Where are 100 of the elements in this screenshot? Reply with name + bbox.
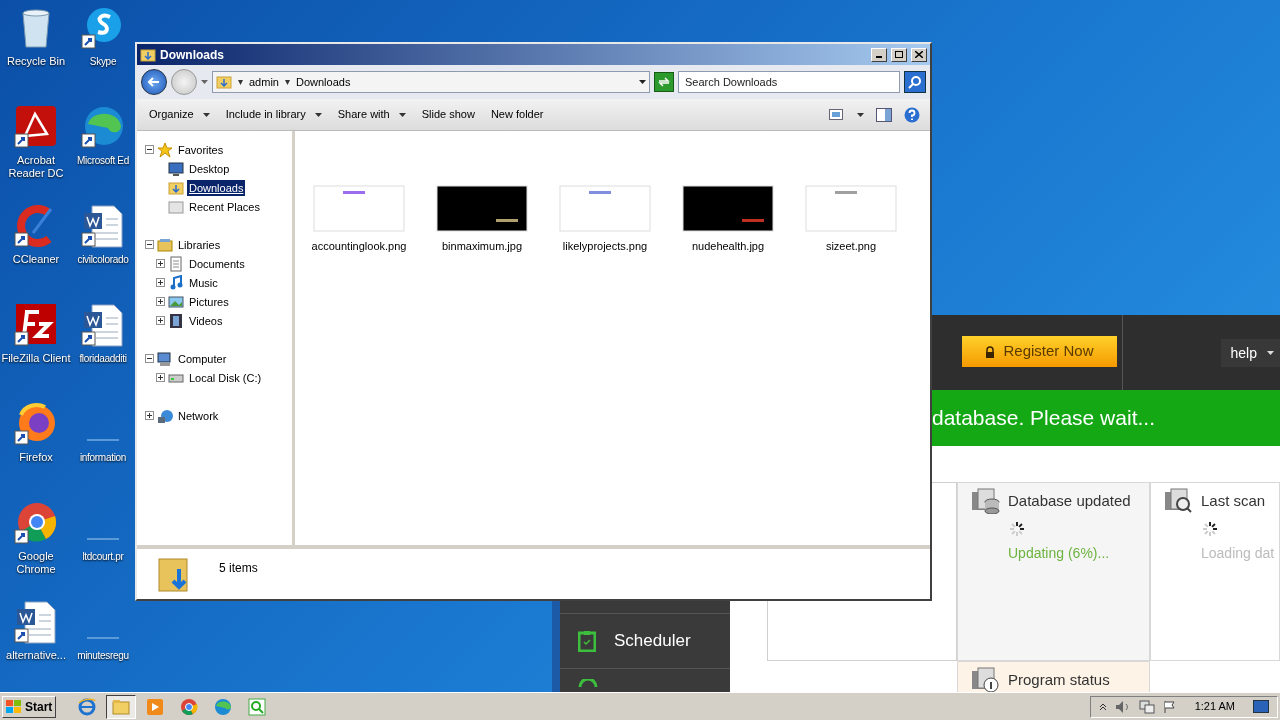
expand-icon[interactable] bbox=[156, 316, 165, 325]
expand-icon[interactable] bbox=[145, 411, 154, 420]
taskbar-button[interactable] bbox=[106, 694, 137, 719]
toolbar-button[interactable]: Organize bbox=[141, 102, 218, 127]
card-title: Program status bbox=[1008, 669, 1110, 690]
desktop-icon-label[interactable]: Google Chrome bbox=[0, 550, 72, 576]
toolbar-button[interactable]: Share with bbox=[329, 102, 414, 127]
nav-item[interactable]: Recent Places bbox=[187, 198, 262, 215]
edge-icon bbox=[80, 104, 126, 150]
magnifier-icon bbox=[1163, 488, 1193, 514]
lock-icon bbox=[985, 345, 996, 358]
music-note-icon bbox=[168, 274, 184, 291]
refresh-icon bbox=[658, 77, 670, 87]
desktop-icon-label[interactable]: Microsoft Ed bbox=[77, 154, 129, 167]
nav-item[interactable]: Music bbox=[187, 274, 220, 291]
nav-item[interactable]: Videos bbox=[187, 312, 225, 329]
toolbar-button[interactable]: New folder bbox=[482, 102, 552, 127]
desktop-icon-label[interactable]: alternative... bbox=[0, 649, 72, 662]
file-item[interactable]: nudehealth.jpg bbox=[683, 185, 773, 255]
desktop-icon-label[interactable]: floridaadditi bbox=[79, 352, 127, 365]
browser-e-icon bbox=[78, 697, 97, 716]
desktop-icon-label[interactable]: civilcolorado bbox=[77, 253, 129, 266]
nav-item[interactable]: Computer bbox=[176, 350, 229, 367]
desktop-icon-label[interactable]: Recycle Bin bbox=[0, 55, 72, 68]
nav-item[interactable]: Downloads bbox=[187, 179, 246, 196]
address-bar[interactable]: admin Downloads bbox=[212, 71, 650, 93]
desktop-icon-label[interactable]: minutesregu bbox=[77, 649, 129, 662]
database-icon bbox=[970, 488, 1000, 514]
nav-item[interactable]: Favorites bbox=[176, 141, 226, 158]
file-name: likelyprojects.png bbox=[562, 239, 648, 254]
caret-icon bbox=[398, 112, 406, 117]
toolbar-button[interactable]: Slide show bbox=[413, 102, 483, 127]
nav-item[interactable]: Libraries bbox=[176, 236, 223, 253]
toolbar-button[interactable]: Include in library bbox=[217, 102, 330, 127]
search-button[interactable] bbox=[904, 71, 926, 93]
desktop-icon-label[interactable]: CCleaner bbox=[0, 253, 72, 266]
expand-icon[interactable] bbox=[156, 373, 165, 382]
sidebar-item[interactable]: Scheduler bbox=[560, 614, 730, 669]
desktop-icon-label[interactable]: Firefox bbox=[0, 451, 72, 464]
back-button[interactable] bbox=[141, 69, 167, 95]
breadcrumb-caret-icon bbox=[284, 79, 290, 85]
expand-icon[interactable] bbox=[156, 259, 165, 268]
register-button[interactable]: Register Now bbox=[962, 336, 1117, 367]
file-item[interactable]: accountinglook.png bbox=[314, 185, 404, 255]
chrome-icon bbox=[180, 697, 199, 716]
file-item[interactable]: sizeet.png bbox=[806, 185, 896, 255]
file-name: nudehealth.jpg bbox=[691, 239, 765, 254]
pane-icon bbox=[876, 107, 892, 122]
word-document-icon bbox=[80, 203, 126, 249]
speaker-icon[interactable] bbox=[1114, 699, 1131, 714]
collapse-icon[interactable] bbox=[145, 145, 154, 154]
expand-icon[interactable] bbox=[156, 278, 165, 287]
network-icon[interactable] bbox=[1138, 699, 1155, 714]
folder-icon bbox=[140, 46, 156, 63]
caret-icon bbox=[314, 112, 322, 117]
refresh-button[interactable] bbox=[654, 72, 674, 92]
card-status: Updating (6%)... bbox=[1008, 544, 1110, 562]
desktop-icon-label[interactable]: Skype bbox=[89, 55, 117, 68]
file-name: binmaximum.jpg bbox=[441, 239, 523, 254]
nav-item[interactable]: Documents bbox=[187, 255, 247, 272]
nav-item[interactable]: Pictures bbox=[187, 293, 231, 310]
computer-icon bbox=[157, 350, 173, 367]
close-button[interactable] bbox=[911, 47, 927, 62]
collapse-icon[interactable] bbox=[145, 354, 154, 363]
collapse-icon[interactable] bbox=[145, 240, 154, 249]
chevron-up-icon[interactable] bbox=[1098, 702, 1107, 711]
nav-item[interactable]: Network bbox=[176, 407, 221, 424]
library-icon bbox=[157, 236, 173, 253]
file-item[interactable]: binmaximum.jpg bbox=[437, 185, 527, 255]
maximize-button[interactable] bbox=[891, 47, 907, 62]
help-button[interactable]: help bbox=[1220, 339, 1280, 367]
file-name: sizeet.png bbox=[825, 239, 877, 254]
banner-text: database. Please wait... bbox=[932, 405, 1155, 432]
search-field[interactable]: Search Downloads bbox=[678, 71, 900, 93]
folder-icon bbox=[112, 698, 131, 715]
start-button[interactable]: Start bbox=[2, 695, 57, 718]
flag-icon[interactable] bbox=[1162, 699, 1177, 714]
file-name: accountinglook.png bbox=[311, 239, 407, 254]
desktop-icon-label[interactable]: ltdcourt.pr bbox=[82, 550, 124, 563]
caret-icon bbox=[1267, 351, 1274, 355]
loading-spinner-icon bbox=[1008, 520, 1026, 538]
file-item[interactable]: likelyprojects.png bbox=[560, 185, 650, 255]
document-icon bbox=[168, 255, 184, 272]
show-desktop-icon[interactable] bbox=[1253, 699, 1269, 714]
card-status: Loading dat bbox=[1201, 544, 1275, 562]
desktop-icon-label[interactable]: FileZilla Client bbox=[0, 352, 72, 365]
expand-icon[interactable] bbox=[156, 297, 165, 306]
desktop-icon-label[interactable]: information bbox=[79, 451, 127, 464]
desktop-icon-label[interactable]: Acrobat Reader DC bbox=[0, 154, 72, 180]
help-icon bbox=[904, 106, 920, 123]
minimize-button[interactable] bbox=[871, 47, 887, 62]
film-icon bbox=[168, 312, 184, 329]
breadcrumb-item[interactable]: Downloads bbox=[295, 73, 351, 91]
close-icon bbox=[915, 51, 923, 58]
maximize-icon bbox=[895, 51, 903, 58]
nav-item[interactable]: Desktop bbox=[187, 160, 232, 177]
search-icon bbox=[908, 75, 922, 89]
breadcrumb-item[interactable]: admin bbox=[249, 73, 279, 91]
nav-item[interactable]: Local Disk (C:) bbox=[187, 369, 264, 386]
caret-icon bbox=[202, 112, 210, 117]
